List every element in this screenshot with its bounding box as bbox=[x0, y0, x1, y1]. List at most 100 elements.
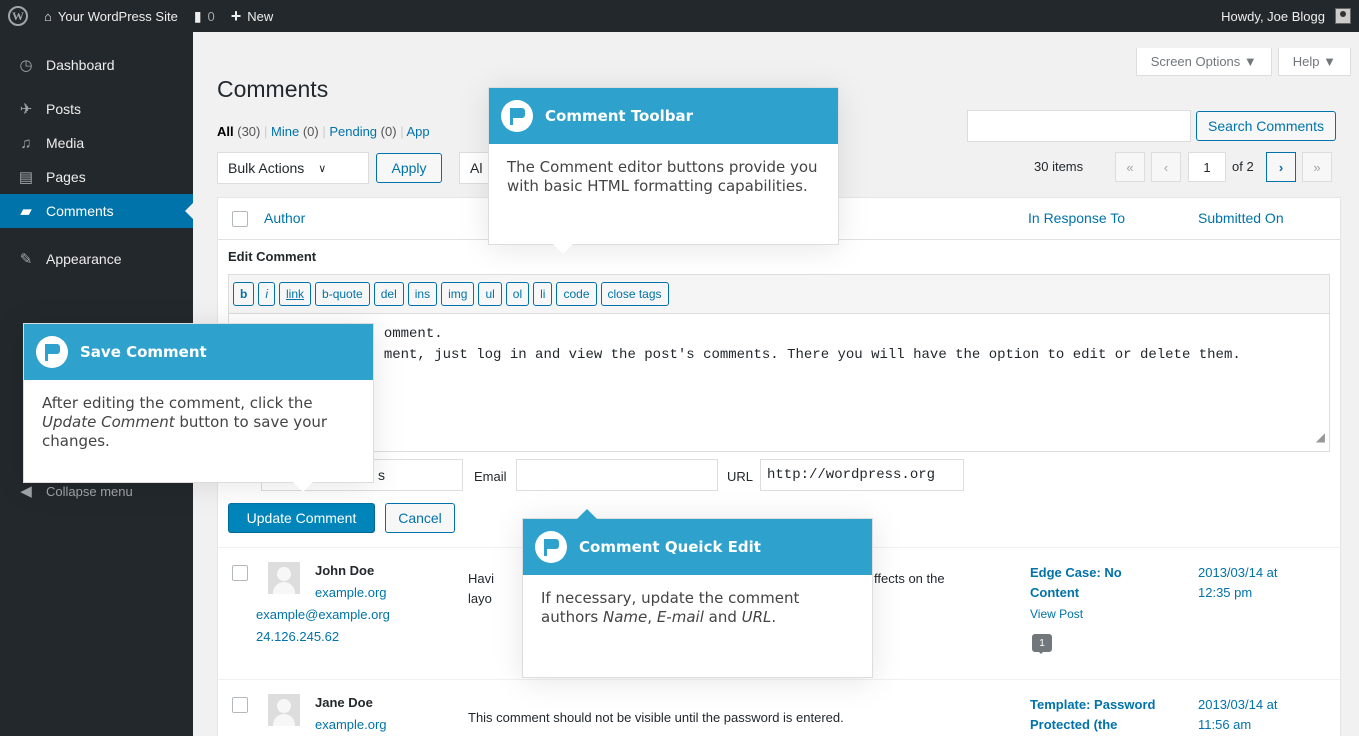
account-menu[interactable]: Howdy, Joe Blogg bbox=[1213, 0, 1359, 32]
filter-approved[interactable]: App bbox=[406, 124, 429, 139]
qt-img-button[interactable]: img bbox=[441, 282, 475, 306]
comment-textarea[interactable]: omment. ment, just log in and view the p… bbox=[228, 314, 1330, 452]
author-site-link[interactable]: example.org bbox=[315, 717, 387, 732]
save-comment-pointer: Save Comment After editing the comment, … bbox=[23, 323, 374, 492]
search-input[interactable] bbox=[967, 110, 1191, 142]
comment-type-filter[interactable]: Al bbox=[459, 152, 489, 184]
column-submitted-on[interactable]: Submitted On bbox=[1198, 210, 1284, 226]
screen-meta-links: Screen Options ▼ Help ▼ bbox=[1135, 48, 1351, 76]
qt-ul-button[interactable]: ul bbox=[478, 282, 502, 306]
pointer-header: Comment Queick Edit bbox=[523, 519, 872, 575]
sidebar-item-dashboard[interactable]: ◷ Dashboard bbox=[0, 48, 193, 82]
comment-icon: ▰ bbox=[20, 203, 32, 220]
pointer-title: Comment Toolbar bbox=[545, 107, 694, 125]
comment-text-line: omment. bbox=[383, 326, 443, 342]
qt-blockquote-button[interactable]: b-quote bbox=[315, 282, 370, 306]
sidebar-item-appearance[interactable]: ✎ Appearance bbox=[0, 242, 193, 276]
filter-pending[interactable]: Pending (0) bbox=[329, 124, 396, 139]
column-author[interactable]: Author bbox=[264, 210, 305, 226]
quick-edit-panel: Edit Comment b i link b-quote del ins im… bbox=[218, 241, 1340, 547]
pointer-header: Save Comment bbox=[24, 324, 373, 380]
collapse-icon: ◀ bbox=[20, 483, 32, 500]
bulk-actions-select[interactable]: Bulk Actions ∨ bbox=[217, 152, 369, 184]
sidebar-item-label: Media bbox=[46, 135, 85, 151]
row-checkbox[interactable] bbox=[232, 565, 248, 581]
sidebar-item-media[interactable]: ♫ Media bbox=[0, 126, 193, 160]
qt-ol-button[interactable]: ol bbox=[505, 282, 530, 306]
sidebar-item-comments[interactable]: ▰ Comments bbox=[0, 194, 193, 228]
submitted-date-link[interactable]: 2013/03/14 at 11:56 am bbox=[1198, 695, 1278, 735]
qt-italic-button[interactable]: i bbox=[258, 282, 276, 306]
author-site-link[interactable]: example.org bbox=[315, 585, 387, 600]
bulk-actions-value: Bulk Actions bbox=[228, 160, 305, 176]
response-post-link[interactable]: Template: Password Protected (the bbox=[1030, 695, 1170, 735]
status-filters: All (30) | Mine (0) | Pending (0) | App bbox=[217, 124, 430, 139]
help-tab[interactable]: Help ▼ bbox=[1277, 48, 1351, 76]
sidebar-item-label: Pages bbox=[46, 169, 86, 185]
prev-page-button[interactable]: ‹ bbox=[1151, 152, 1181, 182]
qt-bold-button[interactable]: b bbox=[233, 282, 255, 306]
pointer-body: After editing the comment, click the Upd… bbox=[42, 394, 328, 450]
column-in-response-to[interactable]: In Response To bbox=[1028, 210, 1125, 226]
author-fields: s Email URL http://wordpress.org bbox=[228, 459, 1330, 495]
email-field[interactable] bbox=[516, 459, 718, 491]
first-page-button[interactable]: « bbox=[1115, 152, 1145, 182]
cancel-button[interactable]: Cancel bbox=[385, 503, 455, 533]
submitted-date-link[interactable]: 2013/03/14 at 12:35 pm bbox=[1198, 563, 1278, 603]
current-page-input[interactable]: 1 bbox=[1188, 152, 1226, 182]
apply-button[interactable]: Apply bbox=[376, 153, 442, 183]
update-comment-button[interactable]: Update Comment bbox=[228, 503, 375, 533]
flag-icon bbox=[535, 531, 567, 563]
comments-menu[interactable]: ▮ 0 bbox=[186, 0, 223, 32]
chevron-down-icon: ∨ bbox=[318, 162, 327, 175]
items-count: 30 items bbox=[1034, 159, 1084, 174]
next-page-button[interactable]: › bbox=[1266, 152, 1296, 182]
url-value: http://wordpress.org bbox=[767, 467, 936, 483]
qt-code-button[interactable]: code bbox=[556, 282, 597, 306]
comment-text: This comment should not be visible until… bbox=[468, 710, 844, 725]
filter-all[interactable]: All (30) bbox=[217, 124, 260, 139]
select-all-checkbox[interactable] bbox=[232, 211, 248, 227]
resize-handle-icon[interactable]: ◢ bbox=[1316, 428, 1325, 449]
view-post-link[interactable]: View Post bbox=[1030, 607, 1083, 621]
sidebar-item-posts[interactable]: ✈ Posts bbox=[0, 92, 193, 126]
new-label: New bbox=[247, 8, 274, 24]
dashboard-icon: ◷ bbox=[19, 57, 33, 74]
url-field[interactable]: http://wordpress.org bbox=[760, 459, 964, 491]
sidebar-item-label: Posts bbox=[46, 101, 82, 117]
new-content-menu[interactable]: + New bbox=[223, 0, 282, 32]
wordpress-logo-icon: W bbox=[8, 6, 28, 26]
filter-mine[interactable]: Mine (0) bbox=[271, 124, 319, 139]
sidebar-item-pages[interactable]: ▤ Pages bbox=[0, 160, 193, 194]
admin-bar: W ⌂ Your WordPress Site ▮ 0 + New Howdy,… bbox=[0, 0, 1359, 32]
sidebar-item-label: Comments bbox=[46, 203, 114, 219]
avatar bbox=[268, 694, 300, 726]
author-email-link[interactable]: example@example.org bbox=[256, 607, 390, 622]
site-name-menu[interactable]: ⌂ Your WordPress Site bbox=[36, 0, 186, 32]
qt-close-tags-button[interactable]: close tags bbox=[600, 282, 669, 306]
response-post-link[interactable]: Edge Case: No Content bbox=[1030, 563, 1150, 603]
search-comments-button[interactable]: Search Comments bbox=[1196, 111, 1336, 141]
comment-quick-edit-pointer: Comment Queick Edit If necessary, update… bbox=[522, 509, 873, 678]
flag-icon bbox=[501, 100, 533, 132]
comment-text: layo bbox=[468, 591, 492, 606]
comment-text: ffects on the bbox=[874, 571, 945, 586]
row-checkbox[interactable] bbox=[232, 697, 248, 713]
qt-del-button[interactable]: del bbox=[373, 282, 404, 306]
home-icon: ⌂ bbox=[44, 8, 52, 24]
comment-count-bubble[interactable]: 1 bbox=[1032, 634, 1052, 654]
comment-bubble-icon: ▮ bbox=[193, 7, 202, 24]
last-page-button[interactable]: » bbox=[1302, 152, 1332, 182]
author-ip-link[interactable]: 24.126.245.62 bbox=[256, 629, 339, 644]
pointer-body: If necessary, update the comment authors… bbox=[541, 589, 800, 626]
page-title: Comments bbox=[217, 76, 329, 102]
pointer-body: The Comment editor buttons provide you w… bbox=[507, 158, 818, 195]
wp-logo-menu[interactable]: W bbox=[0, 0, 36, 32]
qt-li-button[interactable]: li bbox=[533, 282, 553, 306]
qt-ins-button[interactable]: ins bbox=[407, 282, 438, 306]
edit-comment-title: Edit Comment bbox=[228, 249, 317, 264]
screen-options-tab[interactable]: Screen Options ▼ bbox=[1135, 48, 1272, 76]
url-label: URL bbox=[727, 469, 754, 484]
qt-link-button[interactable]: link bbox=[279, 282, 312, 306]
quicktags-toolbar: b i link b-quote del ins img ul ol li co… bbox=[228, 274, 1330, 314]
